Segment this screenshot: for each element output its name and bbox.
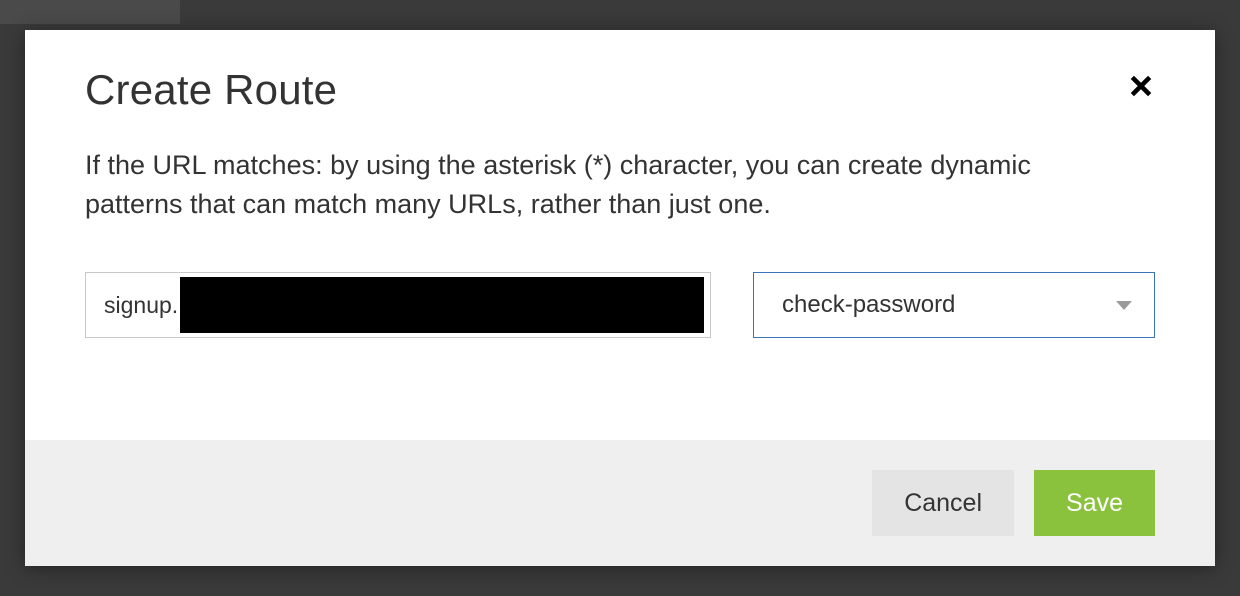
modal-footer: Cancel Save <box>25 440 1215 566</box>
url-prefix-text: signup. <box>104 292 178 319</box>
worker-select[interactable]: check-password <box>753 272 1155 338</box>
backdrop-tab-fragment <box>0 0 180 24</box>
create-route-modal: Create Route If the URL matches: by usin… <box>25 30 1215 566</box>
modal-title: Create Route <box>85 66 337 114</box>
modal-description: If the URL matches: by using the asteris… <box>85 146 1125 224</box>
url-pattern-input[interactable]: signup. <box>85 272 711 338</box>
cancel-button[interactable]: Cancel <box>872 470 1014 536</box>
url-redacted-block <box>180 277 704 333</box>
controls-row: signup. check-password <box>85 272 1155 338</box>
close-icon <box>1128 73 1154 99</box>
modal-header: Create Route <box>85 66 1155 114</box>
modal-body: Create Route If the URL matches: by usin… <box>25 30 1215 440</box>
save-button[interactable]: Save <box>1034 470 1155 536</box>
close-button[interactable] <box>1127 72 1155 100</box>
chevron-down-icon <box>1116 301 1132 310</box>
worker-select-value: check-password <box>782 291 955 319</box>
